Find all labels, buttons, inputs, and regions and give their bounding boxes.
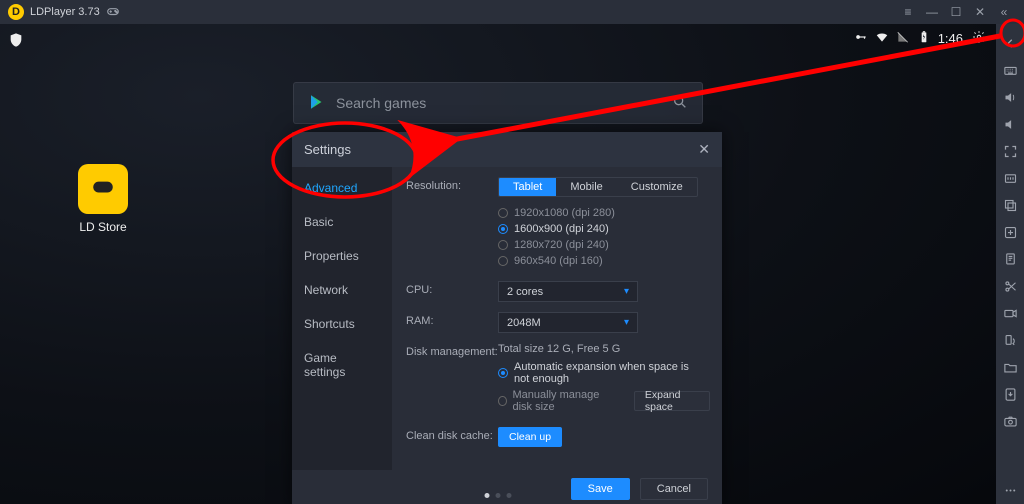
label-disk-management: Disk management: bbox=[406, 343, 498, 417]
play-store-icon bbox=[308, 93, 326, 114]
sidebar-item-network[interactable]: Network bbox=[292, 273, 392, 307]
ldstore-shortcut[interactable]: LD Store bbox=[68, 164, 138, 234]
cpu-select[interactable]: 2 cores▾ bbox=[498, 281, 638, 302]
emulator-viewport: 1:46 LD Store Search games bbox=[0, 24, 996, 504]
keyboard-icon[interactable] bbox=[996, 57, 1024, 84]
chevron-down-icon: ▾ bbox=[624, 286, 629, 297]
vpn-key-icon bbox=[854, 30, 868, 47]
seg-customize[interactable]: Customize bbox=[617, 178, 697, 196]
battery-charging-icon bbox=[917, 30, 931, 47]
resolution-mode-segment: Tablet Mobile Customize bbox=[498, 177, 698, 197]
label-resolution: Resolution: bbox=[406, 177, 498, 271]
record-icon[interactable] bbox=[996, 300, 1024, 327]
sidebar-item-game-settings[interactable]: Game settings bbox=[292, 341, 392, 389]
maximize-button[interactable]: ☐ bbox=[944, 2, 968, 22]
more-icon[interactable] bbox=[996, 477, 1024, 504]
app-logo-icon: D bbox=[8, 4, 24, 20]
no-sim-icon bbox=[896, 30, 910, 47]
label-ram: RAM: bbox=[406, 312, 498, 333]
status-time: 1:46 bbox=[938, 31, 963, 46]
chevron-down-icon: ▾ bbox=[624, 317, 629, 328]
screenshot-icon[interactable] bbox=[996, 408, 1024, 435]
close-button[interactable]: ✕ bbox=[968, 2, 992, 22]
disk-total-line: Total size 12 G, Free 5 G bbox=[498, 343, 710, 355]
shared-folder-icon[interactable] bbox=[996, 354, 1024, 381]
settings-panel-advanced: Resolution: Tablet Mobile Customize 1920… bbox=[392, 167, 722, 470]
rotate-icon[interactable] bbox=[996, 327, 1024, 354]
settings-window: Settings ✕ Advanced Basic Properties Net… bbox=[292, 132, 722, 504]
menu-icon[interactable]: ≡ bbox=[896, 2, 920, 22]
app-title: LDPlayer 3.73 bbox=[30, 6, 100, 18]
close-icon[interactable]: ✕ bbox=[698, 141, 710, 158]
save-button[interactable]: Save bbox=[571, 478, 630, 500]
multi-instance-icon[interactable] bbox=[996, 192, 1024, 219]
sidebar-item-advanced[interactable]: Advanced bbox=[292, 171, 392, 205]
cancel-button[interactable]: Cancel bbox=[640, 478, 708, 500]
back-icon[interactable] bbox=[996, 30, 1024, 57]
settings-sidebar: Advanced Basic Properties Network Shortc… bbox=[292, 167, 392, 470]
disk-option-auto[interactable]: Automatic expansion when space is not en… bbox=[498, 361, 710, 385]
ldstore-label: LD Store bbox=[68, 220, 138, 234]
settings-header: Settings ✕ bbox=[292, 132, 722, 167]
seg-mobile[interactable]: Mobile bbox=[556, 178, 616, 196]
settings-title: Settings bbox=[304, 142, 351, 157]
apk-install-icon[interactable] bbox=[996, 381, 1024, 408]
res-option-1280[interactable]: 1280x720 (dpi 240) bbox=[498, 239, 710, 251]
script-icon[interactable] bbox=[996, 246, 1024, 273]
home-pagination bbox=[485, 493, 512, 498]
sidebar-item-properties[interactable]: Properties bbox=[292, 239, 392, 273]
titlebar: D LDPlayer 3.73 ≡ — ☐ ✕ « bbox=[0, 0, 1024, 24]
search-placeholder: Search games bbox=[336, 95, 426, 111]
res-option-960[interactable]: 960x540 (dpi 160) bbox=[498, 255, 710, 267]
disk-option-manual[interactable]: Manually manage disk size Expand space bbox=[498, 389, 710, 413]
gamepad-icon bbox=[90, 173, 116, 205]
cleanup-button[interactable]: Clean up bbox=[498, 427, 562, 447]
label-clean-cache: Clean disk cache: bbox=[406, 427, 498, 447]
expand-space-button[interactable]: Expand space bbox=[634, 391, 710, 411]
sidebar-item-shortcuts[interactable]: Shortcuts bbox=[292, 307, 392, 341]
system-settings-icon[interactable] bbox=[972, 30, 986, 47]
label-cpu: CPU: bbox=[406, 281, 498, 302]
minimize-button[interactable]: — bbox=[920, 2, 944, 22]
search-bar[interactable]: Search games bbox=[293, 82, 703, 124]
settings-footer: Save Cancel bbox=[292, 470, 722, 504]
collapse-sidebar-button[interactable]: « bbox=[992, 2, 1016, 22]
seg-tablet[interactable]: Tablet bbox=[499, 178, 556, 196]
scissors-icon[interactable] bbox=[996, 273, 1024, 300]
fullscreen-icon[interactable] bbox=[996, 138, 1024, 165]
ram-select[interactable]: 2048M▾ bbox=[498, 312, 638, 333]
gamepad-icon bbox=[106, 4, 120, 21]
android-statusbar: 1:46 bbox=[854, 30, 986, 47]
res-option-1920[interactable]: 1920x1080 (dpi 280) bbox=[498, 207, 710, 219]
search-icon[interactable] bbox=[672, 94, 688, 113]
res-option-1600[interactable]: 1600x900 (dpi 240) bbox=[498, 223, 710, 235]
sidebar-item-basic[interactable]: Basic bbox=[292, 205, 392, 239]
sync-add-icon[interactable] bbox=[996, 219, 1024, 246]
emulator-toolbar bbox=[996, 24, 1024, 504]
volume-up-icon[interactable] bbox=[996, 84, 1024, 111]
volume-down-icon[interactable] bbox=[996, 111, 1024, 138]
wifi-icon bbox=[875, 30, 889, 47]
keymap-icon[interactable] bbox=[996, 165, 1024, 192]
shield-icon bbox=[8, 32, 24, 53]
